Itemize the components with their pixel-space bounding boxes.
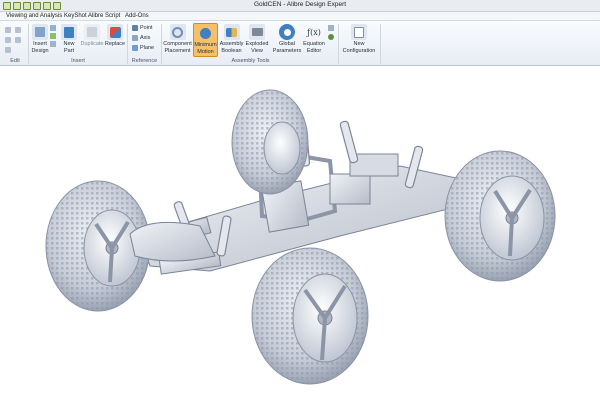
assembly-boolean-button[interactable]: Assembly Boolean xyxy=(219,24,244,54)
replace-button[interactable]: Replace xyxy=(105,24,125,48)
minimum-motion-label: Minimum Motion xyxy=(194,42,217,55)
ribbon: Edit Insert Design New Part Duplicate Re… xyxy=(0,21,600,66)
new-configuration-icon xyxy=(351,24,367,40)
insert-small-icons xyxy=(50,25,57,49)
duplicate-label: Duplicate xyxy=(80,41,104,47)
delete-icon[interactable] xyxy=(15,37,21,43)
plane-button[interactable]: Plane xyxy=(132,45,154,51)
sheet-icon[interactable] xyxy=(50,41,56,47)
global-parameters-button[interactable]: Global Parameters xyxy=(272,24,302,54)
replace-icon xyxy=(107,24,123,40)
menu-keyshot[interactable]: KeyShot xyxy=(64,13,87,19)
new-configuration-label: New Configuration xyxy=(342,41,376,54)
cut-icon[interactable] xyxy=(5,27,11,33)
chassis-model xyxy=(45,89,556,385)
function-icon: ƒ(x) xyxy=(307,27,321,37)
menu-add-ons[interactable]: Add-Ons xyxy=(125,13,149,19)
duplicate-icon xyxy=(84,24,100,40)
wheel-rear-left[interactable] xyxy=(231,89,309,195)
point-icon xyxy=(132,25,138,31)
global-parameters-icon xyxy=(279,24,295,40)
3d-viewport[interactable] xyxy=(0,66,600,400)
new-part-icon xyxy=(61,24,77,40)
group-separator xyxy=(338,24,339,64)
component-placement-label: Component Placement xyxy=(163,41,192,54)
configuration-small-icons xyxy=(328,25,335,49)
assembly-boolean-icon xyxy=(223,24,240,40)
config-status-icon[interactable] xyxy=(328,34,334,40)
axis-icon xyxy=(132,35,138,41)
component-placement-icon xyxy=(169,24,186,40)
minimum-motion-button[interactable]: Minimum Motion xyxy=(193,23,218,57)
new-part-button[interactable]: New Part xyxy=(60,24,78,54)
insert-design-button[interactable]: Insert Design xyxy=(31,24,49,54)
edit-tools xyxy=(4,25,26,55)
select-icon[interactable] xyxy=(5,47,11,53)
config-icon[interactable] xyxy=(328,25,334,31)
axis-label: Axis xyxy=(140,35,151,41)
title-bar: GoldCEN - Alibre Design Expert xyxy=(0,0,600,12)
plane-icon xyxy=(132,45,138,51)
group-label-insert: Insert xyxy=(71,58,85,64)
replace-label: Replace xyxy=(104,41,126,47)
group-separator xyxy=(28,24,29,64)
wheel-rear-right[interactable] xyxy=(444,150,556,282)
plane-label: Plane xyxy=(140,45,155,51)
insert-design-icon xyxy=(32,24,48,40)
exploded-view-button[interactable]: Exploded View xyxy=(245,24,269,54)
assembly-icon[interactable] xyxy=(50,25,56,31)
paste-icon[interactable] xyxy=(5,37,11,43)
copy-icon[interactable] xyxy=(15,27,21,33)
minimum-motion-icon xyxy=(198,25,214,41)
new-part-label: New Part xyxy=(63,41,75,54)
new-configuration-button[interactable]: New Configuration xyxy=(340,24,378,54)
group-label-assembly-tools: Assembly Tools xyxy=(231,58,270,64)
menu-bar: Viewing and Analysis KeyShot Alibre Scri… xyxy=(0,12,600,21)
menu-viewing-analysis[interactable]: Viewing and Analysis xyxy=(6,13,62,19)
point-label: Point xyxy=(140,25,153,31)
app-window: GoldCEN - Alibre Design Expert Viewing a… xyxy=(0,0,600,400)
duplicate-button[interactable]: Duplicate xyxy=(80,24,104,48)
component-placement-button[interactable]: Component Placement xyxy=(163,24,192,54)
equation-editor-button[interactable]: ƒ(x) Equation Editor xyxy=(302,24,326,54)
wheel-front-right[interactable] xyxy=(251,247,369,385)
exploded-view-icon xyxy=(249,24,265,40)
group-separator xyxy=(380,24,381,64)
global-parameters-label: Global Parameters xyxy=(272,41,302,54)
part-icon[interactable] xyxy=(50,33,56,39)
axis-button[interactable]: Axis xyxy=(132,35,150,41)
insert-design-label: Insert Design xyxy=(31,41,49,54)
group-label-reference: Reference xyxy=(131,58,158,64)
group-label-edit: Edit xyxy=(10,58,20,64)
equation-editor-label: Equation Editor xyxy=(303,41,325,54)
menu-alibre-script[interactable]: Alibre Script xyxy=(88,13,120,19)
point-button[interactable]: Point xyxy=(132,25,153,31)
window-title: GoldCEN - Alibre Design Expert xyxy=(253,1,347,8)
exploded-view-label: Exploded View xyxy=(245,41,269,54)
assembly-boolean-label: Assembly Boolean xyxy=(219,41,244,54)
